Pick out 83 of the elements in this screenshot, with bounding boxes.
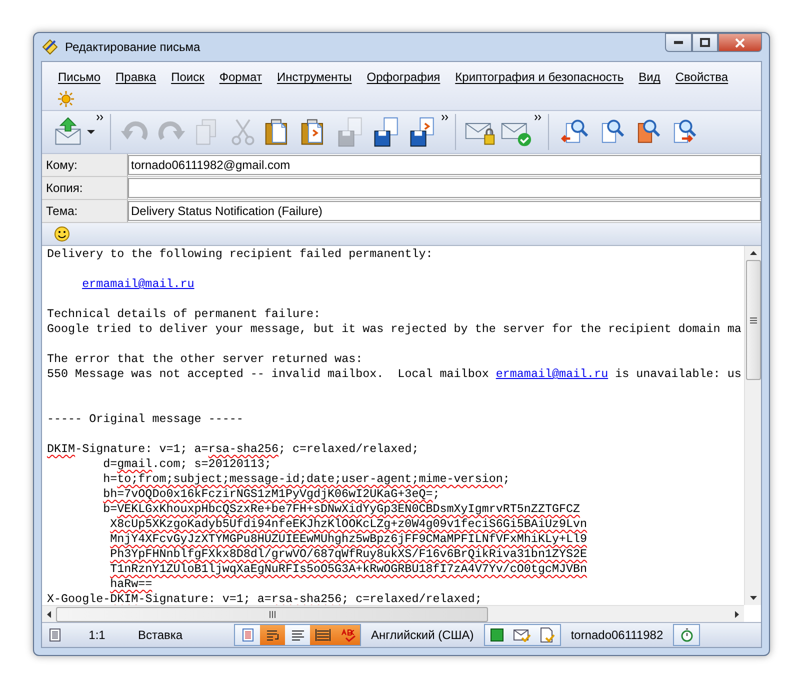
word-wrap-icon [264, 628, 280, 642]
message-text: Technical details of permanent failure: [47, 307, 321, 321]
cursor-position: 1:1 [88, 628, 106, 642]
input-field[interactable]: tornado06111982@gmail.com [128, 155, 761, 175]
message-text: ----- Original message ----- [47, 412, 244, 426]
minimize-button[interactable] [665, 33, 692, 52]
status-toggle[interactable] [285, 625, 310, 645]
minimize-icon [674, 41, 683, 44]
page-layout-icon [240, 628, 256, 642]
menu-item[interactable]: Письмо [58, 70, 101, 84]
message-text: ; c=relaxed/relaxed; [342, 592, 482, 605]
misspelled-word: VEKLGxKhouxpHbcQSzxRe+be7FH+sDNwXidYyGp3EN0CBDsmXyIgmrvRT5nZZTGFCZ [117, 502, 580, 516]
message-text: ; [502, 472, 510, 486]
status-button[interactable] [484, 625, 510, 645]
status-toggle[interactable] [335, 625, 360, 645]
message-text: Google tried to deliver your message, but it was rejected by the server for the recipient domain ma [47, 322, 742, 336]
pencil-letter-icon [41, 38, 59, 56]
field-label: Кому: [42, 154, 128, 176]
menu-item[interactable]: Криптография и безопасность [455, 70, 624, 84]
input-field[interactable] [128, 178, 761, 198]
envelope-check-icon [513, 628, 532, 642]
insert-mode: Вставка [137, 628, 184, 642]
scrollbar-thumb[interactable] [56, 606, 488, 622]
document-icon [48, 628, 62, 642]
input-field[interactable]: Delivery Status Notification (Failure) [128, 201, 761, 221]
menu-item[interactable]: Свойства [675, 70, 728, 84]
sun-icon[interactable] [58, 91, 74, 107]
close-button[interactable] [718, 33, 762, 52]
status-toggle[interactable] [310, 625, 335, 645]
email-link[interactable]: ermamail@mail.ru [496, 367, 608, 381]
maximize-button[interactable] [692, 33, 718, 52]
smiley-icon[interactable] [54, 226, 70, 242]
close-icon [735, 38, 745, 48]
menu-item[interactable]: Инструменты [276, 70, 352, 84]
scrollbar-thumb[interactable] [746, 260, 760, 380]
justify-icon [314, 628, 330, 642]
caret-icon[interactable] [86, 129, 96, 135]
misspelled-word: MnjY4XFcvGyJzXTYMGPu8HUZUIEEwMUhghz5wBpz6jFF9CMaMPFILNfVFxMhiKLy+Ll9 [110, 532, 588, 546]
menu-item[interactable]: Орфография [366, 70, 440, 84]
misspelled-word: bh=7vOQDo0x16kFczirNGS1zM1PyVgdjK06wI2UKaG+3eQ= [103, 487, 433, 501]
message-text: X-Google- [47, 592, 110, 605]
menu-item[interactable]: Правка [116, 70, 156, 84]
text-lines-icon [290, 628, 306, 642]
misspelled-word: haRw== [110, 577, 152, 591]
field-label: Копия: [42, 177, 128, 199]
message-text: -Signature: v=1; a= [75, 442, 208, 456]
misspelled-word: DKIM [110, 592, 138, 605]
message-text: ; c=relaxed/relaxed; [278, 442, 419, 456]
menu-item[interactable]: Поиск [171, 70, 204, 84]
field-label: Тема: [42, 200, 128, 222]
misspelled-word: Ph3YpFHNnblfgFXkx8D8dl/grwVO/687qWfRuy8ukXS/F16v6BrQikRiva31bn1ZYS2E [110, 547, 588, 561]
message-text: -Signature: v=1; a= [138, 592, 272, 605]
misspelled-word: to;from;subject;message-id;date;user-agent;mime-version [117, 472, 503, 486]
window-title: Редактирование письма [65, 40, 202, 54]
message-text: b= [103, 502, 118, 516]
status-toggle[interactable] [260, 625, 285, 645]
misspelled-word: X8cUp5XKzgoKadyb5Ufdi94nfeEKJhzKlOOKcLZg+z0W4g09v1feciS6Gi5BAiUz9Lvn [110, 517, 588, 531]
stopwatch-icon [680, 628, 694, 642]
message-text: ; [432, 487, 440, 501]
message-text: .com; s=20120113; [152, 457, 272, 471]
misspelled-word: DKIM [47, 442, 76, 456]
message-text: The error that the other server returned was: [47, 352, 363, 366]
square-icon [490, 628, 504, 642]
menu-item[interactable]: Формат [219, 70, 262, 84]
document-check-icon [538, 627, 556, 643]
timer-button[interactable] [674, 625, 700, 645]
email-link[interactable]: ermamail@mail.ru [82, 277, 194, 291]
spell-check-icon [340, 628, 356, 642]
message-text: Delivery to the following recipient failed permanently: [47, 247, 433, 261]
account-name: tornado06111982 [570, 628, 664, 642]
status-toggle[interactable] [235, 625, 260, 645]
menu-item[interactable]: Вид [638, 70, 660, 84]
misspelled-word: gmail [117, 457, 152, 471]
misspelled-word: rsa-sha256 [208, 442, 278, 456]
message-text: d= [103, 457, 118, 471]
message-text: is unavailable: us [614, 367, 742, 381]
misspelled-word: T1nRznY1ZUloB1ljwqXaEgNuRFIs5oO5G3A+kRwOGRBU18fI7zA4V7Yv/cO0tgcMJVBn [110, 562, 588, 576]
message-text: 550 Message was not accepted -- invalid mailbox. Local mailbox [47, 367, 490, 381]
misspelled-word: rsa-sha256 [271, 592, 342, 605]
language-label: Английский (США) [370, 628, 475, 642]
message-text: h= [103, 472, 118, 486]
status-button[interactable] [534, 625, 560, 645]
maximize-icon [700, 38, 710, 47]
